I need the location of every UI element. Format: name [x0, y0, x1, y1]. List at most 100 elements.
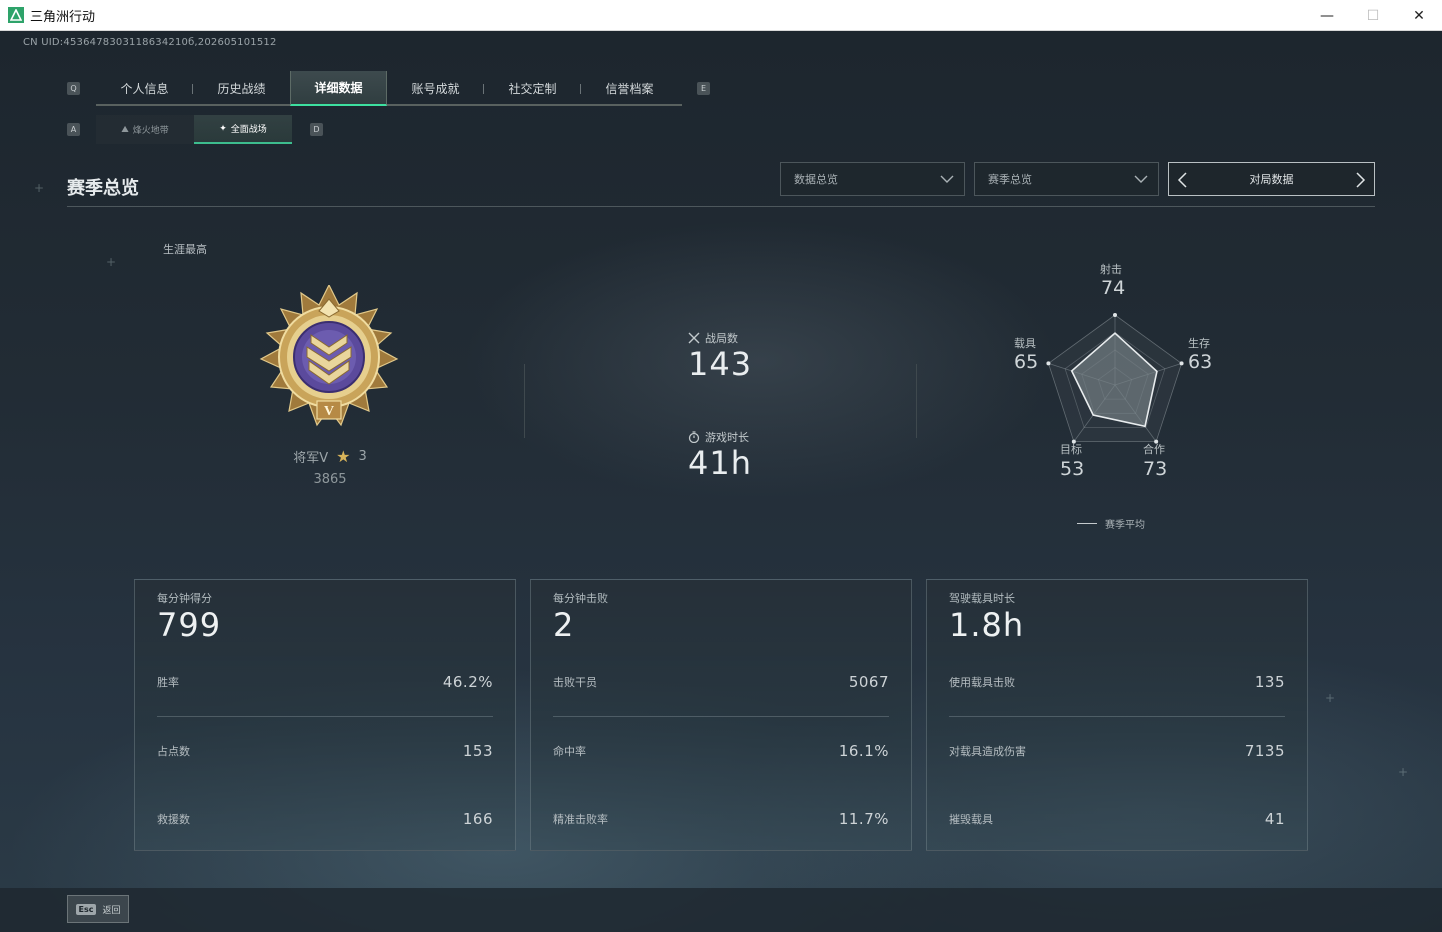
card-title: 每分钟击败	[553, 592, 608, 605]
rank-badge-icon: V	[259, 285, 399, 427]
column-divider	[916, 364, 917, 438]
stat-value: 166	[462, 810, 493, 828]
stat-value: 5067	[848, 673, 889, 691]
minimize-button[interactable]: —	[1304, 0, 1350, 31]
tab-social[interactable]: 社交定制	[484, 71, 581, 106]
stat-card-kills: 每分钟击败 2 击败干员 5067 命中率 16.1% 精准击败率 11.7%	[530, 579, 912, 851]
game-screen: CN UID:4536478303118634210б,202605101512…	[0, 31, 1442, 932]
key-hint-next-subtab[interactable]: D	[310, 123, 323, 136]
stat-row: 胜率 46.2%	[157, 672, 493, 692]
stopwatch-icon	[688, 431, 700, 443]
chevron-down-icon	[1134, 175, 1148, 183]
stat-card-vehicle: 驾驶载具时长 1.8h 使用载具击败 135 对载具造成伤害 7135 摧毁载具 41	[926, 579, 1308, 851]
radar-label-vehicle: 载具	[1014, 337, 1036, 350]
card-title: 驾驶载具时长	[949, 592, 1015, 605]
tab-label: 个人信息	[120, 82, 169, 96]
stat-value: 11.7%	[838, 810, 889, 828]
dropdown-value: 赛季总览	[988, 173, 1032, 186]
card-title: 每分钟得分	[157, 592, 212, 605]
stat-name: 命中率	[553, 745, 586, 758]
chevron-left-icon	[1177, 172, 1187, 188]
stat-row: 精准击败率 11.7%	[553, 809, 889, 829]
crosshair-decoration-icon: +	[34, 181, 45, 195]
playtime-label-text: 游戏时长	[705, 431, 749, 444]
radar-vertex-dot	[1046, 361, 1051, 366]
stat-row: 摧毁载具 41	[949, 809, 1285, 829]
rank-info: 将军V ★ 3	[270, 447, 390, 466]
stat-name: 摧毁载具	[949, 813, 993, 826]
subtab-label: 全面战场	[230, 125, 267, 135]
stat-name: 精准击败率	[553, 813, 608, 826]
row-divider	[949, 716, 1285, 717]
radar-label-objective: 目标	[1060, 443, 1082, 456]
stat-row: 对载具造成伤害 7135	[949, 741, 1285, 761]
column-divider	[524, 364, 525, 438]
crosshair-decoration-icon: +	[1325, 691, 1336, 705]
key-hint-prev-tab[interactable]: Q	[67, 82, 80, 95]
window-title: 三角洲行动	[30, 9, 96, 25]
back-button[interactable]: Esc 返回	[67, 895, 129, 923]
legend-line	[1077, 523, 1097, 524]
stat-row: 使用载具击败 135	[949, 672, 1285, 692]
close-button[interactable]: ✕	[1396, 0, 1442, 31]
match-data-pager: 对局数据	[1168, 162, 1375, 196]
subtab-battlefield[interactable]: ✦ 全面战场	[194, 115, 292, 144]
radar-vertex-dot	[1179, 361, 1184, 366]
tab-label: 信誉档案	[605, 82, 654, 96]
key-hint-prev-subtab[interactable]: A	[67, 123, 80, 136]
radar-legend: 赛季平均	[1077, 516, 1145, 531]
pager-prev-button[interactable]	[1173, 170, 1193, 190]
stat-value: 135	[1254, 673, 1285, 691]
section-divider	[67, 206, 1375, 207]
tab-detailed-data[interactable]: 详细数据	[290, 71, 387, 106]
chevron-right-icon	[1356, 172, 1366, 188]
star-icon: ★	[336, 447, 351, 466]
tab-personal-info[interactable]: 个人信息	[96, 71, 193, 106]
user-uid: CN UID:4536478303118634210б,202605101512	[23, 37, 277, 48]
tab-match-history[interactable]: 历史战绩	[193, 71, 290, 106]
tab-label: 账号成就	[411, 82, 460, 96]
stat-name: 击败干员	[553, 676, 597, 689]
radar-label-survival: 生存	[1188, 337, 1210, 350]
stat-value: 153	[462, 742, 493, 760]
matches-value: 143	[688, 345, 753, 383]
battlefield-icon: ✦	[219, 123, 227, 134]
stat-row: 占点数 153	[157, 741, 493, 761]
radar-label-shooting: 射击	[1100, 263, 1122, 276]
stat-row: 命中率 16.1%	[553, 741, 889, 761]
stat-name: 救援数	[157, 813, 190, 826]
stat-value: 41	[1264, 810, 1285, 828]
crosshair-decoration-icon: +	[1398, 765, 1409, 779]
matches-label: 战局数	[688, 330, 738, 346]
stat-value: 46.2%	[442, 673, 493, 691]
key-hint-next-tab[interactable]: E	[697, 82, 710, 95]
stat-value: 7135	[1244, 742, 1285, 760]
tab-credit-record[interactable]: 信誉档案	[581, 71, 678, 106]
data-type-dropdown[interactable]: 数据总览	[780, 162, 965, 196]
rank-stars: 3	[358, 449, 367, 464]
tab-label: 详细数据	[314, 81, 363, 95]
stat-name: 胜率	[157, 676, 179, 689]
row-divider	[157, 716, 493, 717]
matches-label-text: 战局数	[705, 332, 738, 345]
stat-name: 使用载具击败	[949, 676, 1015, 689]
subtab-label: 烽火地带	[132, 126, 169, 136]
crosshair-decoration-icon: +	[106, 255, 117, 269]
maximize-button[interactable]: ☐	[1350, 0, 1396, 31]
subtab-fire-zone[interactable]: ⛰ 烽火地带	[96, 115, 194, 144]
tab-label: 历史战绩	[217, 82, 266, 96]
pager-next-button[interactable]	[1350, 170, 1370, 190]
fire-zone-icon: ⛰	[121, 124, 129, 135]
rank-name: 将军V	[293, 451, 329, 466]
section-title: 赛季总览	[67, 178, 139, 199]
dropdown-value: 数据总览	[794, 173, 838, 186]
stat-card-score: 每分钟得分 799 胜率 46.2% 占点数 153 救援数 166	[134, 579, 516, 851]
season-dropdown[interactable]: 赛季总览	[974, 162, 1159, 196]
window-title-bar: 三角洲行动 — ☐ ✕	[0, 0, 1442, 31]
row-divider	[553, 716, 889, 717]
radar-label-teamwork: 合作	[1143, 443, 1165, 456]
radar-vertex-dot	[1113, 313, 1117, 317]
radar-value-vehicle: 65	[1014, 351, 1039, 373]
radar-value-objective: 53	[1060, 458, 1085, 480]
tab-achievements[interactable]: 账号成就	[387, 71, 484, 106]
